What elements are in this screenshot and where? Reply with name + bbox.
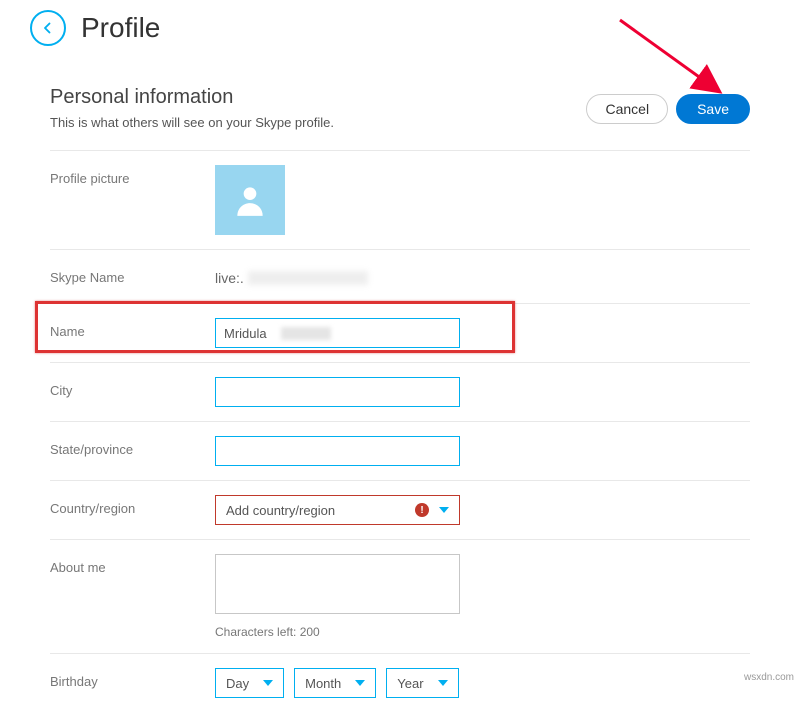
country-select[interactable]: Add country/region ! [215, 495, 460, 525]
chevron-down-icon [355, 680, 365, 686]
state-input[interactable] [215, 436, 460, 466]
save-button[interactable]: Save [676, 94, 750, 124]
avatar[interactable] [215, 165, 285, 235]
page-title: Profile [81, 12, 160, 44]
arrow-left-icon [39, 19, 57, 37]
skype-name-value: live:. [215, 264, 750, 286]
birthday-year-label: Year [397, 676, 423, 691]
birthday-month-label: Month [305, 676, 341, 691]
section-title: Personal information [50, 86, 334, 109]
birthday-day-label: Day [226, 676, 249, 691]
name-label: Name [50, 318, 215, 339]
about-label: About me [50, 554, 215, 575]
about-hint: Characters left: 200 [215, 625, 750, 639]
skype-name-label: Skype Name [50, 264, 215, 285]
country-placeholder: Add country/region [226, 503, 335, 518]
birthday-day-select[interactable]: Day [215, 668, 284, 698]
redacted-text [248, 271, 368, 285]
city-label: City [50, 377, 215, 398]
chevron-down-icon [438, 680, 448, 686]
person-icon [231, 181, 269, 219]
birthday-label: Birthday [50, 668, 215, 689]
skype-name-prefix: live:. [215, 270, 244, 286]
redacted-text [281, 327, 331, 340]
cancel-button[interactable]: Cancel [586, 94, 668, 124]
section-subtitle: This is what others will see on your Sky… [50, 115, 334, 130]
name-input[interactable] [215, 318, 460, 348]
watermark: wsxdn.com [744, 672, 794, 683]
country-label: Country/region [50, 495, 215, 516]
about-textarea[interactable] [215, 554, 460, 614]
birthday-month-select[interactable]: Month [294, 668, 376, 698]
birthday-year-select[interactable]: Year [386, 668, 458, 698]
back-button[interactable] [30, 10, 66, 46]
city-input[interactable] [215, 377, 460, 407]
error-icon: ! [415, 503, 429, 517]
profile-picture-label: Profile picture [50, 165, 215, 186]
chevron-down-icon [263, 680, 273, 686]
state-label: State/province [50, 436, 215, 457]
chevron-down-icon [439, 507, 449, 513]
